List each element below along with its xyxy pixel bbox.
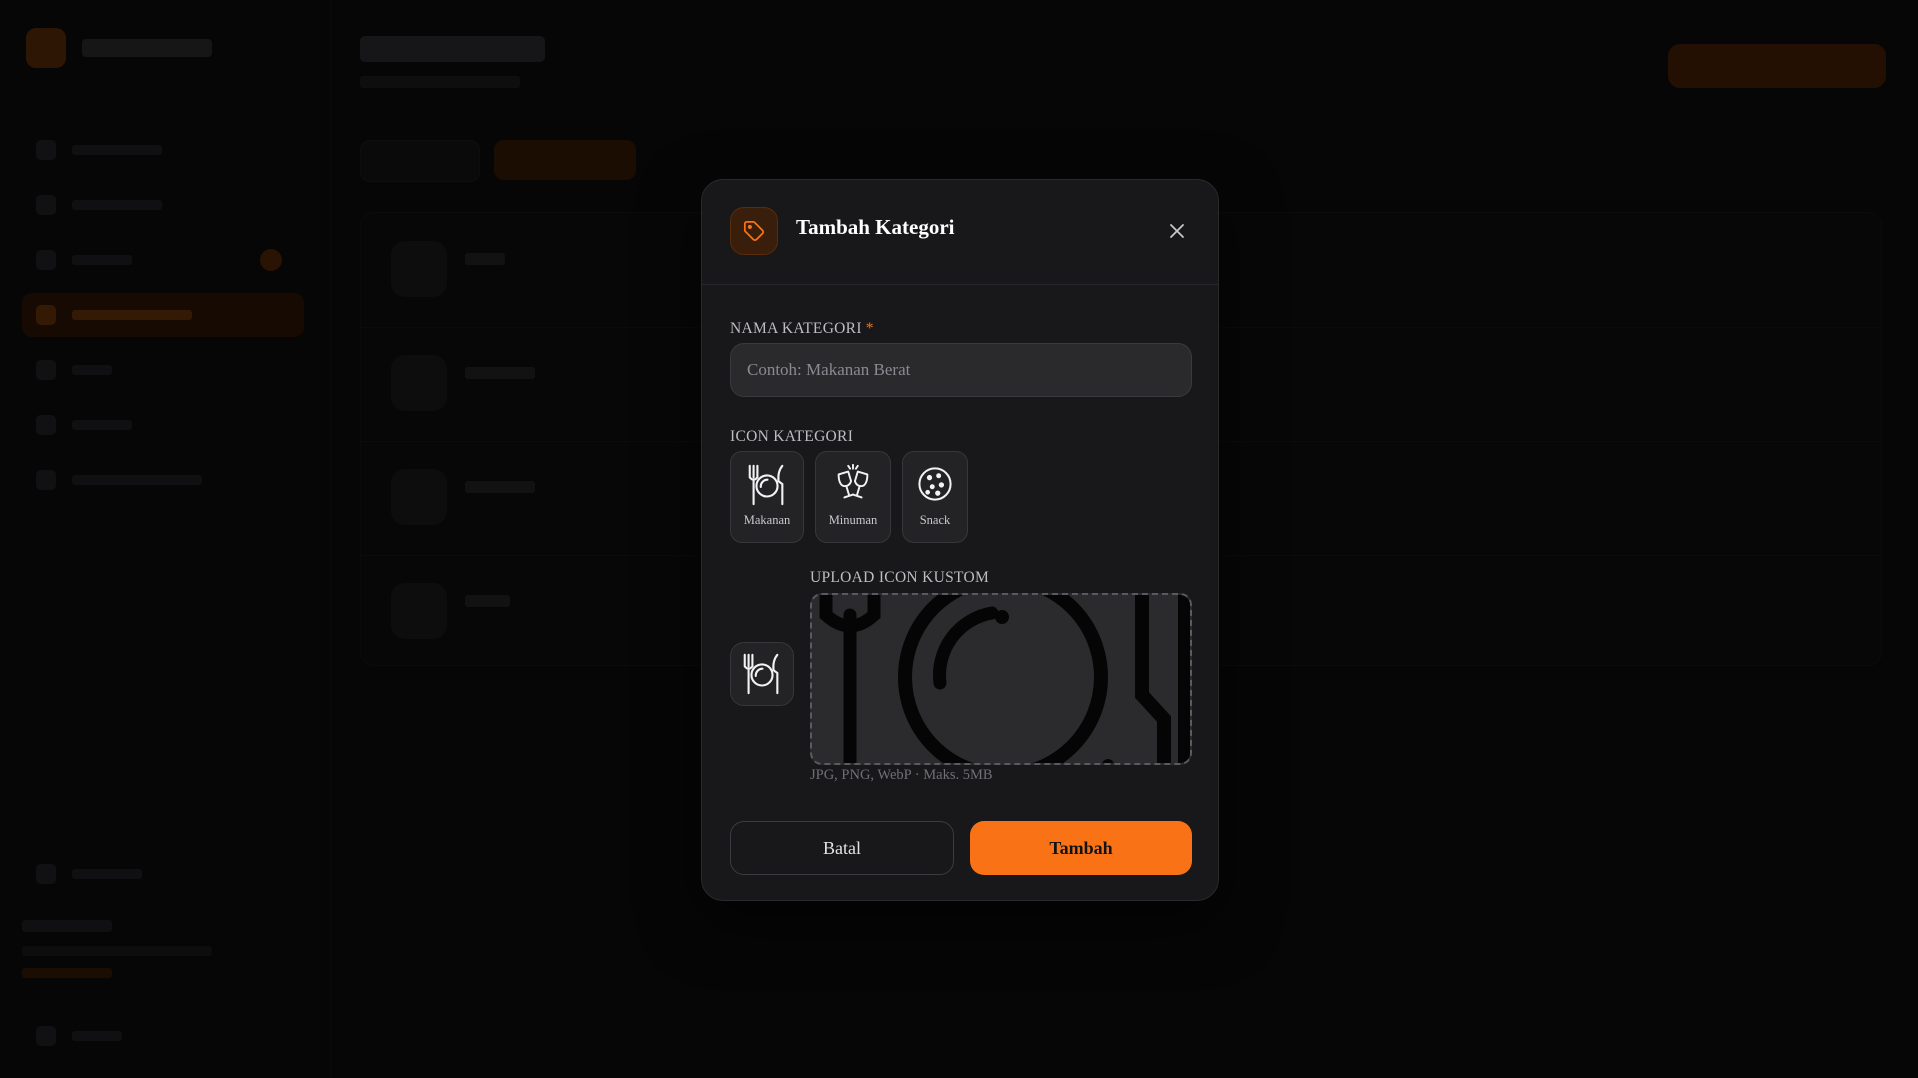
plate-cutlery-icon bbox=[748, 464, 784, 506]
upload-dropzone[interactable] bbox=[810, 593, 1192, 765]
cookie-icon bbox=[918, 467, 952, 501]
icon-option-label: Minuman bbox=[828, 513, 878, 527]
icon-option-label: Makanan bbox=[743, 513, 791, 527]
icon-option-makanan[interactable]: Makanan bbox=[730, 451, 804, 543]
icon-option-label: Snack bbox=[919, 513, 951, 527]
toast-glasses-icon bbox=[837, 463, 869, 499]
modal-title: Tambah Kategori bbox=[796, 215, 955, 239]
modal-header: Tambah Kategori bbox=[702, 180, 1218, 285]
category-name-input[interactable] bbox=[730, 343, 1192, 397]
close-icon[interactable] bbox=[1164, 218, 1190, 244]
upload-label: UPLOAD ICON KUSTOM bbox=[810, 569, 990, 586]
category-name-label: NAMA KATEGORI * bbox=[730, 320, 874, 337]
add-button[interactable]: Tambah bbox=[970, 821, 1192, 875]
add-category-modal: Tambah Kategori NAMA KATEGORI* ICON KATE… bbox=[701, 179, 1219, 901]
tag-icon bbox=[730, 207, 778, 255]
icon-option-snack[interactable]: Snack bbox=[902, 451, 968, 543]
icon-section-label: ICON KATEGORI bbox=[730, 428, 854, 445]
icon-option-minuman[interactable]: Minuman bbox=[815, 451, 891, 543]
plate-cutlery-icon bbox=[819, 595, 1190, 763]
upload-hint: JPG, PNG, WebP · Maks. 5MB bbox=[810, 767, 993, 783]
required-mark: * bbox=[865, 320, 874, 337]
cancel-button[interactable]: Batal bbox=[730, 821, 954, 875]
selected-icon-preview bbox=[730, 642, 794, 706]
plate-cutlery-icon bbox=[743, 653, 779, 695]
